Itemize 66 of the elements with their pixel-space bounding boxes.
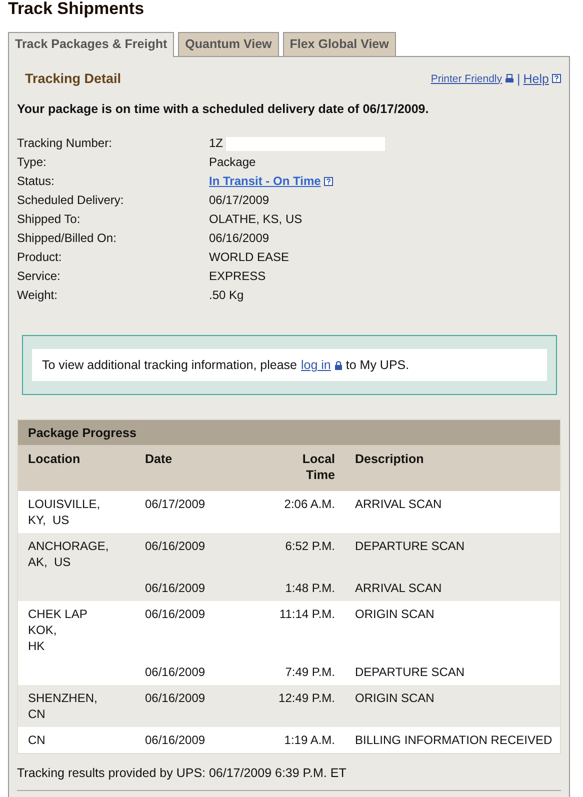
detail-label: Status: (17, 173, 56, 190)
notice-text: to My UPS. (346, 358, 410, 372)
table-cell: 06/16/2009 (145, 691, 206, 705)
log-in-link[interactable]: log in (301, 358, 331, 372)
table-cell: LOUISVILLE, KY, US (28, 497, 100, 527)
detail-value: 06/17/2009 (209, 192, 270, 209)
progress-title: Package Progress (18, 420, 560, 445)
table-cell: 06/16/2009 (145, 607, 206, 621)
table-cell: ARRIVAL SCAN (355, 497, 442, 511)
table-cell: 06/16/2009 (145, 581, 206, 595)
link-separator: | (517, 72, 520, 86)
table-cell: CHEK LAP KOK, HK (28, 607, 88, 653)
table-cell: ORIGIN SCAN (355, 691, 434, 705)
page-title: Track Shipments (7, 0, 146, 18)
detail-label: Tracking Number: (17, 135, 113, 152)
printer-icon (505, 74, 514, 83)
detail-label: Service: (17, 268, 62, 285)
column-header: Location (27, 451, 82, 468)
table-cell: DEPARTURE SCAN (355, 665, 465, 679)
results-footer: Tracking results provided by UPS: 06/17/2009 6:39 P.M. ET (17, 754, 561, 780)
help-link[interactable]: Help (523, 72, 549, 86)
tab[interactable]: Track Packages & Freight (8, 32, 174, 57)
table-cell: ORIGIN SCAN (355, 607, 434, 621)
detail-label: Shipped To: (17, 211, 82, 228)
table-cell: DEPARTURE SCAN (355, 539, 465, 553)
table-cell: 1:19 A.M. (284, 733, 335, 747)
tab[interactable]: Flex Global View (282, 32, 396, 56)
detail-label: Shipped/Billed On: (17, 230, 118, 247)
table-cell: 1:48 P.M. (285, 581, 335, 595)
detail-value: .50 Kg (209, 287, 244, 304)
table-cell: ANCHORAGE, AK, US (28, 539, 109, 569)
detail-value: Package (209, 154, 256, 171)
detail-label: Product: (17, 249, 63, 266)
table-cell: CN (28, 733, 46, 747)
tab[interactable]: Quantum View (178, 32, 279, 56)
detail-label: Scheduled Delivery: (17, 192, 125, 209)
table-cell: 06/17/2009 (145, 497, 206, 511)
table-cell: 06/16/2009 (145, 539, 206, 553)
printer-friendly-link[interactable]: Printer Friendly (430, 72, 502, 84)
detail-value: 06/16/2009 (209, 230, 270, 247)
notice-text: To view additional tracking information, please (42, 358, 297, 372)
delivery-summary: Your package is on time with a scheduled delivery date of 06/17/2009. (17, 101, 430, 116)
help-icon[interactable] (552, 74, 561, 83)
detail-value: OLATHE, KS, US (209, 211, 302, 228)
detail-value: EXPRESS (209, 268, 266, 285)
detail-value: 1Z (209, 135, 224, 152)
column-header: Date (145, 451, 174, 468)
detail-label: Weight: (17, 287, 58, 304)
table-cell: SHENZHEN, CN (28, 691, 98, 721)
section-title: Tracking Detail (25, 71, 122, 86)
table-cell: 2:06 A.M. (284, 497, 335, 511)
status-link[interactable]: In Transit - On Time (209, 172, 321, 191)
table-cell: BILLING INFORMATION RECEIVED (355, 733, 552, 747)
table-cell: 06/16/2009 (145, 733, 206, 747)
table-cell: 11:14 P.M. (279, 607, 335, 621)
table-cell: 7:49 P.M. (285, 665, 335, 679)
detail-value: WORLD EASE (209, 249, 290, 266)
column-header: Local Time (301, 451, 335, 483)
lock-icon (334, 360, 342, 370)
detail-label: Type: (17, 154, 48, 171)
table-cell: 06/16/2009 (145, 665, 206, 679)
column-header: Description (354, 451, 425, 468)
table-cell: ARRIVAL SCAN (355, 581, 442, 595)
table-cell: 6:52 P.M. (285, 539, 335, 553)
table-cell: 12:49 P.M. (278, 691, 335, 705)
help-icon[interactable] (324, 177, 333, 186)
